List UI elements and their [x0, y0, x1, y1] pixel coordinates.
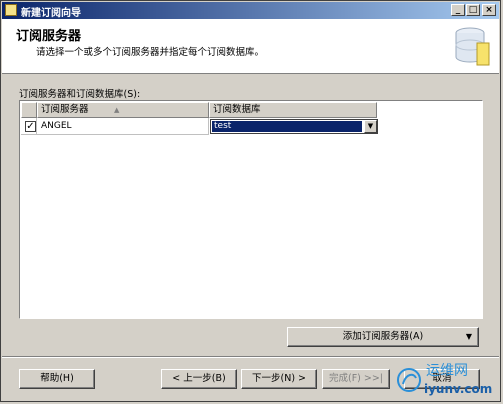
table-row[interactable]: ✓ ANGEL test ▼ [21, 118, 481, 135]
database-server-icon [455, 27, 490, 66]
chevron-down-icon: ▼ [465, 332, 472, 341]
add-subscriber-label: 添加订阅服务器(A) [342, 331, 424, 342]
site-watermark-logo: 运维网 iyunv.com [397, 363, 492, 396]
add-subscriber-button[interactable]: 添加订阅服务器(A) ▼ [287, 327, 479, 347]
finish-button[interactable]: 完成(F) >>| [322, 369, 390, 389]
row-header-corner [21, 102, 37, 118]
page-header: 订阅服务器 请选择一个或多个订阅服务器并指定每个订阅数据库。 [2, 19, 499, 74]
chevron-down-icon[interactable]: ▼ [364, 120, 377, 133]
next-button[interactable]: 下一步(N) > [241, 369, 317, 389]
wizard-app-icon [5, 4, 17, 16]
watermark-cn: 运维网 [426, 363, 468, 379]
database-dropdown[interactable]: test ▼ [210, 119, 378, 134]
watermark-url: iyunv.com [424, 382, 492, 396]
title-bar[interactable]: 新建订阅向导 _ □ × [2, 2, 499, 19]
window-title: 新建订阅向导 [21, 8, 81, 19]
footer-divider [2, 356, 499, 358]
maximize-button[interactable]: □ [466, 4, 480, 16]
close-button[interactable]: × [482, 4, 496, 16]
column-header-database-label: 订阅数据库 [213, 104, 261, 115]
row-select-cell[interactable]: ✓ [21, 118, 37, 135]
server-cell[interactable]: ANGEL [37, 118, 209, 135]
help-button[interactable]: 帮助(H) [19, 369, 95, 389]
back-button[interactable]: < 上一步(B) [161, 369, 237, 389]
page-title: 订阅服务器 [16, 29, 82, 44]
page-subtitle: 请选择一个或多个订阅服务器并指定每个订阅数据库。 [36, 47, 265, 58]
database-dropdown-value: test [212, 121, 362, 132]
subscriber-grid-label: 订阅服务器和订阅数据库(S): [19, 89, 141, 100]
sort-ascending-icon: ▲ [114, 106, 120, 114]
column-header-database[interactable]: 订阅数据库 [209, 102, 377, 118]
wizard-window: 新建订阅向导 _ □ × 订阅服务器 请选择一个或多个订阅服务器并指定每个订阅数… [0, 0, 501, 402]
column-header-server[interactable]: 订阅服务器 ▲ [37, 102, 209, 118]
subscriber-checkbox[interactable]: ✓ [25, 121, 36, 132]
subscriber-grid[interactable]: 订阅服务器 ▲ 订阅数据库 ✓ ANGEL test ▼ [19, 100, 483, 319]
minimize-button[interactable]: _ [451, 4, 465, 16]
column-header-server-label: 订阅服务器 [41, 104, 89, 115]
